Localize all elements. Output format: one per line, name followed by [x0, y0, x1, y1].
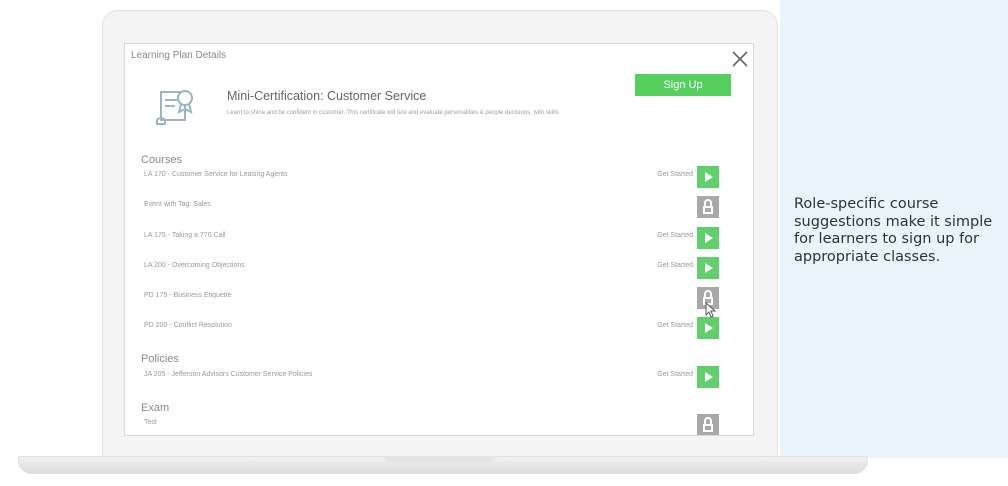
play-icon[interactable]	[697, 166, 719, 188]
play-icon[interactable]	[697, 227, 719, 249]
course-title[interactable]: PD 200 - Conflict Resolution	[144, 322, 232, 329]
lock-icon	[697, 196, 719, 218]
policy-row: JA 205 - Jefferson Advisors Customer Ser…	[125, 366, 753, 388]
learning-plan-dialog: Learning Plan Details Mini-Certification…	[124, 43, 754, 436]
courses-heading: Courses	[141, 154, 182, 166]
policies-heading: Policies	[141, 353, 179, 365]
laptop-notch	[384, 456, 494, 462]
course-status[interactable]: Get Started	[623, 171, 693, 178]
course-title: Event with Tag: Sales	[144, 201, 211, 208]
signup-button[interactable]: Sign Up	[635, 74, 731, 96]
course-row: LA 170 - Customer Service for Leasing Ag…	[125, 166, 753, 188]
certificate-scroll-icon	[156, 90, 193, 125]
course-title[interactable]: LA 175 - Taking a 770 Call	[144, 232, 226, 239]
lock-icon	[697, 414, 719, 435]
close-icon[interactable]	[731, 50, 749, 68]
plan-title: Mini-Certification: Customer Service	[227, 89, 427, 103]
course-status[interactable]: Get Started	[623, 322, 693, 329]
course-row: PD 200 - Conflict Resolution Get Started	[125, 317, 753, 339]
course-status[interactable]: Get Started	[623, 232, 693, 239]
course-row: LA 200 - Overcoming Objections Get Start…	[125, 257, 753, 279]
policy-status[interactable]: Get Started	[623, 371, 693, 378]
mouse-cursor-icon	[705, 302, 717, 318]
course-row: Event with Tag: Sales	[125, 196, 753, 218]
plan-description: Learn to shine and be confident in custo…	[227, 110, 559, 116]
course-title[interactable]: LA 200 - Overcoming Objections	[144, 262, 245, 269]
exam-heading: Exam	[141, 402, 170, 414]
course-row: LA 175 - Taking a 770 Call Get Started	[125, 227, 753, 249]
play-icon[interactable]	[697, 317, 719, 339]
course-status[interactable]: Get Started	[623, 262, 693, 269]
policy-title[interactable]: JA 205 - Jefferson Advisors Customer Ser…	[144, 371, 312, 378]
dialog-title: Learning Plan Details	[131, 50, 227, 61]
exam-row: Test	[125, 414, 753, 435]
course-title[interactable]: LA 170 - Customer Service for Leasing Ag…	[144, 171, 288, 178]
play-icon[interactable]	[697, 366, 719, 388]
course-row: PD 175 - Business Etiquette	[125, 287, 753, 309]
exam-title: Test	[144, 419, 157, 426]
course-title: PD 175 - Business Etiquette	[144, 292, 232, 299]
marketing-caption: Role-specific course suggestions make it…	[794, 196, 993, 265]
play-icon[interactable]	[697, 257, 719, 279]
